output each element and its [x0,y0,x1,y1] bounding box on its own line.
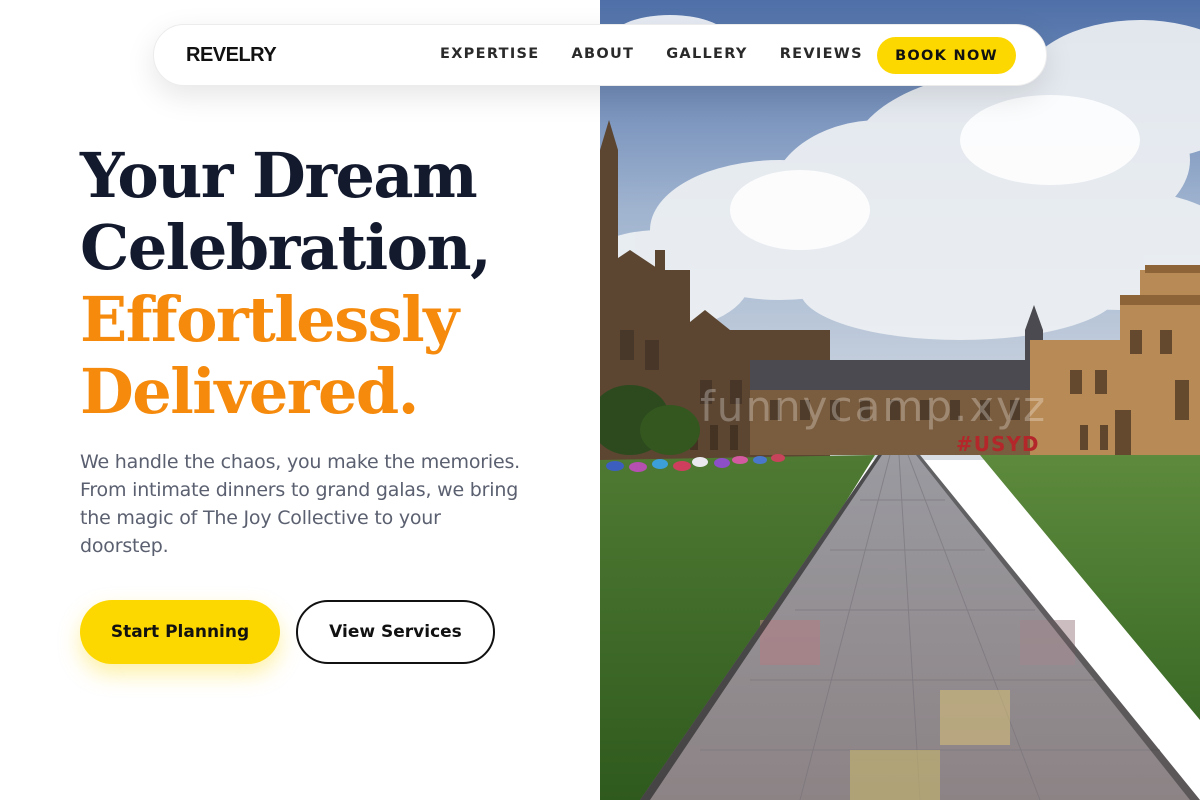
headline-line-1: Your Dream [80,139,478,212]
nav-link-about[interactable]: ABOUT [571,46,634,62]
usyd-sign-text: #USYD [956,432,1040,456]
start-planning-button[interactable]: Start Planning [80,600,280,664]
navbar: REVELRY EXPERTISE ABOUT GALLERY REVIEWS … [153,24,1047,86]
watermark-text: funnycamp.xyz [700,382,1048,431]
headline-accent-line-1: Effortlessly [80,283,459,356]
brand-logo[interactable]: REVELRY [186,44,277,67]
nav-link-reviews[interactable]: REVIEWS [780,46,863,62]
nav-link-gallery[interactable]: GALLERY [666,46,747,62]
headline-accent-line-2: Delivered. [80,355,419,428]
hero-subtitle: We handle the chaos, you make the memori… [80,451,520,557]
headline-line-2: Celebration, [80,211,492,284]
book-now-button[interactable]: BOOK NOW [877,37,1016,74]
hero-headline: Your Dream Celebration, Effortlessly Del… [80,140,600,428]
nav-links: EXPERTISE ABOUT GALLERY REVIEWS [440,46,895,62]
view-services-button[interactable]: View Services [296,600,495,664]
hero-photo: funnycamp.xyz #USYD [600,0,1200,800]
nav-link-expertise[interactable]: EXPERTISE [440,46,539,62]
